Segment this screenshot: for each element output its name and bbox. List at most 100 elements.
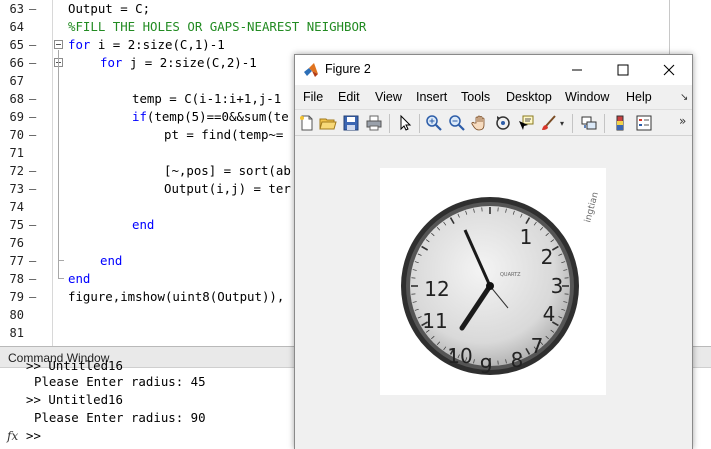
line-number: 65	[9, 38, 24, 52]
line-dash: —	[29, 2, 37, 16]
line-dash: —	[29, 290, 37, 304]
dial-number: 9	[480, 354, 493, 378]
dial-number: 10	[447, 344, 472, 368]
pan-icon[interactable]	[471, 114, 489, 132]
toolbar-separator	[572, 114, 573, 133]
toolbar-separator	[604, 114, 605, 133]
line-number: 78	[9, 272, 24, 286]
clock-picture: 1 2 3 4 5 6 7 8 9 10 11 12 QUARTZ	[401, 191, 601, 378]
save-icon[interactable]	[342, 114, 360, 132]
brush-icon[interactable]	[540, 114, 558, 132]
clock-image: 1 2 3 4 5 6 7 8 9 10 11 12 QUARTZ	[380, 168, 606, 395]
dial-number: 7	[531, 334, 544, 358]
rotate-3d-icon[interactable]	[494, 114, 512, 132]
clock-center	[486, 282, 494, 290]
keyword-for: for	[100, 55, 123, 70]
line-dash: —	[29, 128, 37, 142]
line-number: 80	[9, 308, 24, 322]
line-code: pt = find(temp~=	[164, 127, 284, 142]
line-number: 67	[9, 74, 24, 88]
maximize-icon	[617, 64, 629, 76]
figure-window[interactable]: Figure 2 File Edit View Insert Tools Des…	[294, 54, 693, 449]
line-code: temp = C(i-1:i+1,j-1	[132, 91, 282, 106]
figure-menubar: File Edit View Insert Tools Desktop Wind…	[295, 86, 692, 108]
menu-desktop[interactable]: Desktop	[506, 90, 552, 104]
dial-number: 11	[422, 309, 447, 333]
figure-titlebar[interactable]: Figure 2	[295, 55, 692, 85]
line-code: [~,pos] = sort(ab	[164, 163, 291, 178]
line-comment: %FILL THE HOLES OR GAPS-NEAREST NEIGHBOR	[68, 19, 367, 34]
dial-number: 1	[520, 225, 533, 249]
line-code: figure,imshow(uint8(Output)),	[68, 289, 285, 304]
command-output-line: Please Enter radius: 45	[34, 374, 206, 389]
figure-title: Figure 2	[325, 62, 371, 76]
menu-view[interactable]: View	[375, 90, 402, 104]
toolbar-separator	[419, 114, 420, 133]
editor-line[interactable]: 63 — Output = C;	[0, 0, 711, 18]
menu-insert[interactable]: Insert	[416, 90, 447, 104]
line-code: Output(i,j) = ter	[164, 181, 291, 196]
toolbar-separator	[389, 114, 390, 133]
dial-number: 12	[424, 277, 449, 301]
zoom-out-icon[interactable]	[448, 114, 466, 132]
minimize-button[interactable]	[554, 55, 600, 85]
menu-window[interactable]: Window	[565, 90, 609, 104]
line-number: 81	[9, 326, 24, 340]
brush-dropdown-icon[interactable]: ▾	[560, 119, 568, 128]
keyword-end: end	[132, 217, 155, 232]
colorbar-icon[interactable]	[611, 114, 629, 132]
keyword-end: end	[100, 253, 123, 268]
zoom-in-icon[interactable]	[425, 114, 443, 132]
menu-edit[interactable]: Edit	[338, 90, 360, 104]
line-number: 75	[9, 218, 24, 232]
line-dash: —	[29, 38, 37, 52]
line-code: i = 2:size(C,1)-1	[90, 37, 225, 52]
figure-canvas[interactable]: 1 2 3 4 5 6 7 8 9 10 11 12 QUARTZ	[295, 137, 692, 449]
link-plot-icon[interactable]	[580, 114, 598, 132]
menu-overflow-icon[interactable]: ↘	[680, 92, 688, 103]
keyword-if: if	[132, 109, 147, 124]
data-cursor-icon[interactable]	[517, 114, 535, 132]
legend-icon[interactable]	[635, 114, 653, 132]
line-dash: —	[29, 110, 37, 124]
line-number: 77	[9, 254, 24, 268]
line-code: (temp(5)==0&&sum(te	[146, 109, 289, 124]
print-icon[interactable]	[365, 114, 383, 132]
new-figure-icon[interactable]	[298, 114, 316, 132]
command-prompt[interactable]: >>	[26, 427, 41, 445]
maximize-button[interactable]	[600, 55, 646, 85]
line-code: Output = C;	[68, 1, 151, 16]
editor-line[interactable]: 64 %FILL THE HOLES OR GAPS-NEAREST NEIGH…	[0, 18, 711, 36]
editor-line[interactable]: 65 — for i = 2:size(C,1)-1	[0, 36, 711, 54]
line-number: 79	[9, 290, 24, 304]
keyword-end: end	[68, 271, 91, 286]
edit-plot-icon[interactable]	[396, 114, 414, 132]
line-number: 70	[9, 128, 24, 142]
dial-number: 8	[511, 348, 524, 372]
line-number: 66	[9, 56, 24, 70]
function-browser-icon[interactable]: fx	[7, 429, 18, 443]
line-number: 76	[9, 236, 24, 250]
line-dash: —	[29, 254, 37, 268]
line-number: 72	[9, 164, 24, 178]
keyword-for: for	[68, 37, 91, 52]
toolbar-overflow-icon[interactable]: »	[679, 114, 686, 128]
menu-tools[interactable]: Tools	[461, 90, 490, 104]
line-dash: —	[29, 182, 37, 196]
line-dash: —	[29, 92, 37, 106]
close-button[interactable]	[646, 55, 692, 85]
line-dash: —	[29, 56, 37, 70]
dial-brand: QUARTZ	[500, 272, 521, 278]
minimize-icon	[572, 69, 582, 71]
figure-toolbar: ▾ »	[295, 109, 692, 136]
menu-file[interactable]: File	[303, 90, 323, 104]
line-number: 73	[9, 182, 24, 196]
line-number: 63	[9, 2, 24, 16]
command-output-line: Please Enter radius: 90	[34, 410, 206, 425]
line-dash: —	[29, 164, 37, 178]
line-number: 64	[9, 20, 24, 34]
open-file-icon[interactable]	[319, 114, 337, 132]
menu-help[interactable]: Help	[626, 90, 652, 104]
line-code: j = 2:size(C,2)-1	[122, 55, 257, 70]
line-number: 68	[9, 92, 24, 106]
